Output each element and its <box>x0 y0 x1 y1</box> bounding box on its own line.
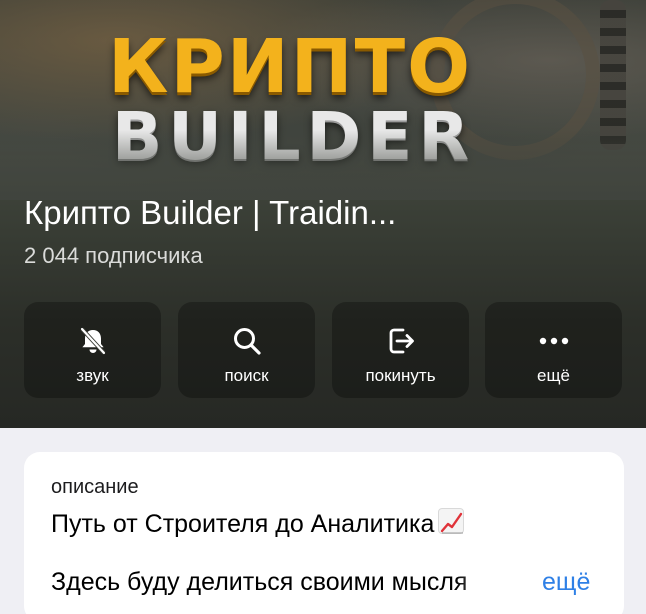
description-card: описание Путь от Строителя до Аналитика … <box>24 452 624 614</box>
search-icon <box>233 328 261 355</box>
more-button[interactable]: ещё <box>485 302 622 398</box>
leave-label: покинуть <box>365 366 436 385</box>
leave-button[interactable]: покинуть <box>332 302 469 398</box>
description-fade <box>454 564 544 604</box>
cover-logo-line1: КРИПТО <box>108 24 472 110</box>
more-label: ещё <box>537 366 570 385</box>
description-line1-text: Путь от Строителя до Аналитика <box>51 510 435 538</box>
cover-decoration <box>600 0 626 150</box>
mute-label: звук <box>76 366 109 385</box>
description-label: описание <box>51 476 139 498</box>
subscriber-count: 2 044 подписчика <box>24 243 203 268</box>
chart-increasing-icon <box>438 508 465 534</box>
channel-cover-image: КРИПТО BUILDER <box>0 0 646 200</box>
description-line1: Путь от Строителя до Аналитика <box>51 508 465 539</box>
channel-title: Крипто Builder | Traidin... <box>24 194 397 231</box>
action-bar: звук поиск покинуть ещё <box>24 302 622 398</box>
search-button[interactable]: поиск <box>178 302 315 398</box>
description-more-link[interactable]: ещё <box>542 568 590 597</box>
leave-icon <box>389 328 414 354</box>
mute-button[interactable]: звук <box>24 302 161 398</box>
search-label: поиск <box>224 366 269 385</box>
more-dots-icon <box>539 337 568 345</box>
channel-header: КРИПТО BUILDER Крипто Builder | Traidin.… <box>0 0 646 428</box>
bell-slash-icon <box>80 327 105 355</box>
cover-fade <box>0 130 646 200</box>
